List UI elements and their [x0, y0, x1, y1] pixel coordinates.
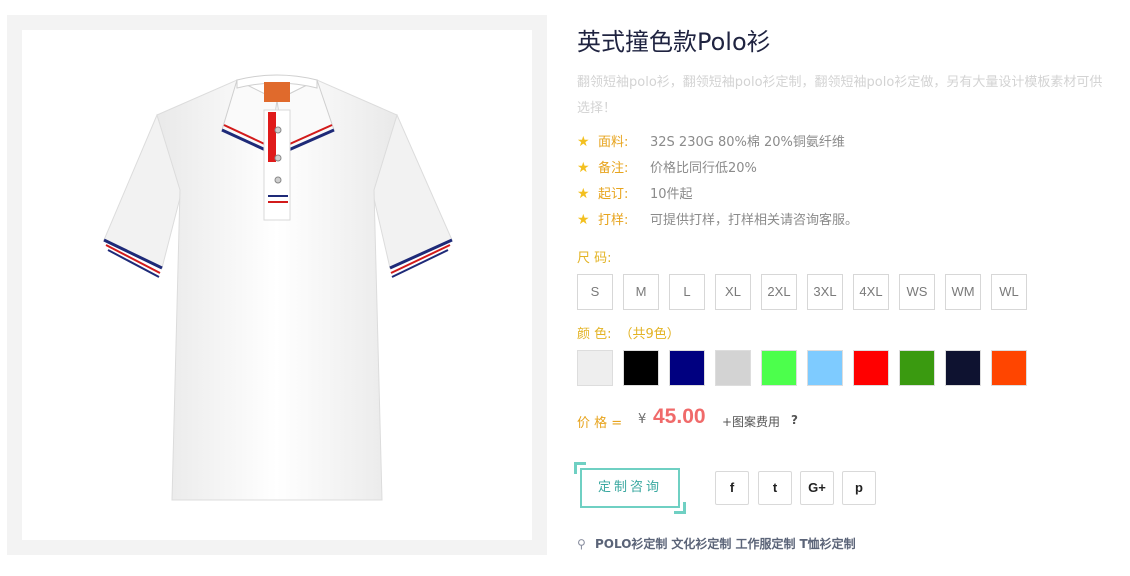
currency-symbol: ¥: [638, 412, 647, 427]
color-swatch[interactable]: [945, 350, 981, 386]
color-label: 颜 色: （共9色）: [577, 327, 680, 342]
spec-note: ★ 备注: 价格比同行低20%: [577, 160, 757, 176]
color-swatch[interactable]: [807, 350, 843, 386]
star-icon: ★: [577, 134, 590, 150]
color-swatch[interactable]: [577, 350, 613, 386]
color-swatch[interactable]: [991, 350, 1027, 386]
color-swatch[interactable]: [623, 350, 659, 386]
size-label: 尺 码:: [577, 251, 612, 266]
size-option[interactable]: WL: [991, 274, 1027, 310]
price-extra: +图案费用: [722, 415, 781, 429]
polo-shirt-image: [103, 74, 453, 501]
tag-link[interactable]: 工作服定制: [735, 537, 795, 551]
pinterest-icon[interactable]: p: [842, 471, 876, 505]
twitter-icon[interactable]: t: [758, 471, 792, 505]
color-swatch[interactable]: [715, 350, 751, 386]
size-option[interactable]: L: [669, 274, 705, 310]
tag-link[interactable]: T恤衫定制: [799, 537, 855, 551]
key-icon: ⚲: [577, 537, 586, 551]
price-amount: 45.00: [653, 405, 706, 428]
star-icon: ★: [577, 212, 590, 228]
size-option[interactable]: WM: [945, 274, 981, 310]
consult-button-label: 定制咨询: [580, 468, 680, 508]
google-plus-icon[interactable]: G+: [800, 471, 834, 505]
tag-link[interactable]: 文化衫定制: [671, 537, 731, 551]
size-option[interactable]: XL: [715, 274, 751, 310]
price-help-icon[interactable]: ?: [791, 413, 798, 427]
size-option[interactable]: S: [577, 274, 613, 310]
tag-link[interactable]: POLO衫定制: [595, 537, 667, 551]
product-title: 英式撞色款Polo衫: [577, 28, 771, 56]
price-label: 价 格 =: [577, 416, 623, 431]
color-count: （共9色）: [619, 327, 680, 342]
size-option[interactable]: 4XL: [853, 274, 889, 310]
facebook-icon[interactable]: f: [715, 471, 749, 505]
star-icon: ★: [577, 186, 590, 202]
consult-button[interactable]: 定制咨询: [574, 462, 686, 514]
size-option[interactable]: 2XL: [761, 274, 797, 310]
color-swatch[interactable]: [761, 350, 797, 386]
spec-sample: ★ 打样: 可提供打样，打样相关请咨询客服。: [577, 212, 859, 228]
color-swatch[interactable]: [669, 350, 705, 386]
product-image[interactable]: [22, 30, 532, 540]
color-swatch[interactable]: [899, 350, 935, 386]
product-description: 翻领短袖polo衫，翻领短袖polo衫定制，翻领短袖polo衫定做，另有大量设计…: [577, 75, 1103, 116]
spec-min-order: ★ 起订: 10件起: [577, 186, 693, 202]
tag-list: ⚲ POLO衫定制 文化衫定制 工作服定制 T恤衫定制: [577, 535, 860, 552]
size-option[interactable]: WS: [899, 274, 935, 310]
color-swatch[interactable]: [853, 350, 889, 386]
star-icon: ★: [577, 160, 590, 176]
spec-fabric: ★ 面料: 32S 230G 80%棉 20%铜氨纤维: [577, 134, 845, 150]
size-option[interactable]: 3XL: [807, 274, 843, 310]
product-image-panel: [7, 15, 547, 555]
size-option[interactable]: M: [623, 274, 659, 310]
